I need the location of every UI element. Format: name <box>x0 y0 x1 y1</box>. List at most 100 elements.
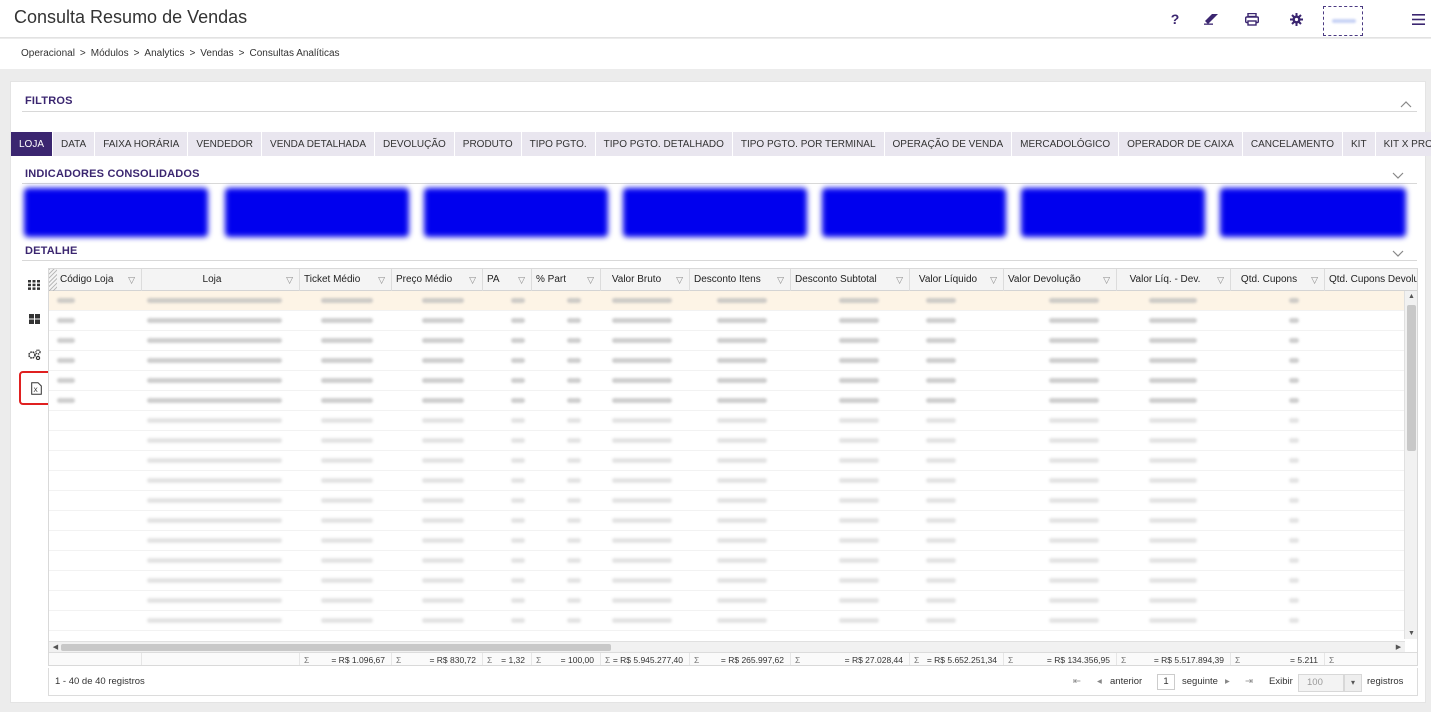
tab-cancelamento[interactable]: CANCELAMENTO <box>1242 132 1344 156</box>
tab-loja[interactable]: LOJA <box>11 132 54 156</box>
breadcrumb-item[interactable]: Operacional <box>21 48 75 59</box>
tab-venda-detalhada[interactable]: VENDA DETALHADA <box>262 132 375 156</box>
grid-view-icon[interactable] <box>21 272 47 298</box>
column-header[interactable]: Valor Líq. - Dev. ▽ <box>1117 269 1231 291</box>
prev-page-button[interactable]: anterior <box>1110 676 1142 687</box>
tab-kit-x-produto[interactable]: KIT X PRODUTO <box>1375 132 1431 156</box>
redacted-cell <box>717 438 767 443</box>
filter-icon[interactable]: ▽ <box>378 269 385 291</box>
print-icon[interactable] <box>1243 10 1261 28</box>
chevron-down-icon[interactable] <box>1392 250 1404 260</box>
vertical-scrollbar[interactable]: ▲ ▼ <box>1404 291 1417 639</box>
menu-icon[interactable] <box>1409 10 1427 28</box>
table-row[interactable] <box>49 551 1405 571</box>
tab-mercadol-gico[interactable]: MERCADOLÓGICO <box>1012 132 1120 156</box>
column-header[interactable]: Loja ▽ <box>142 269 300 291</box>
table-row[interactable] <box>49 291 1405 311</box>
filter-icon[interactable]: ▽ <box>469 269 476 291</box>
breadcrumb-item[interactable]: Vendas <box>200 48 233 59</box>
column-header[interactable]: Desconto Subtotal ▽ <box>791 269 910 291</box>
prev-page-icon[interactable]: ◂ <box>1097 676 1102 687</box>
column-header[interactable]: Ticket Médio ▽ <box>300 269 392 291</box>
scroll-thumb[interactable] <box>1407 305 1416 451</box>
scroll-right-icon[interactable]: ▶ <box>1392 643 1405 651</box>
settings-cogs-icon[interactable] <box>21 341 47 367</box>
column-header[interactable]: PA ▽ <box>483 269 532 291</box>
filter-icon[interactable]: ▽ <box>990 269 997 291</box>
filter-icon[interactable]: ▽ <box>676 269 683 291</box>
column-header[interactable]: Preço Médio ▽ <box>392 269 483 291</box>
table-row[interactable] <box>49 611 1405 631</box>
filters-section-title[interactable]: FILTROS <box>25 95 73 107</box>
column-header[interactable]: Código Loja ▽ <box>49 269 142 291</box>
table-row[interactable] <box>49 591 1405 611</box>
table-row[interactable] <box>49 371 1405 391</box>
detail-section-title[interactable]: DETALHE <box>25 245 78 257</box>
first-page-icon[interactable]: ⇤ <box>1073 676 1081 687</box>
total-value: = R$ 27.028,44 <box>844 655 903 665</box>
tab-faixa-hor-ria[interactable]: FAIXA HORÁRIA <box>95 132 189 156</box>
table-row[interactable] <box>49 351 1405 371</box>
page-number-input[interactable]: 1 <box>1157 674 1175 690</box>
table-row[interactable] <box>49 571 1405 591</box>
settings-icon[interactable] <box>1287 10 1305 28</box>
table-row[interactable] <box>49 531 1405 551</box>
tab-opera-o-de-venda[interactable]: OPERAÇÃO DE VENDA <box>884 132 1013 156</box>
column-header[interactable]: Qtd. Cupons Devolução <box>1325 269 1417 291</box>
table-row[interactable] <box>49 411 1405 431</box>
table-row[interactable] <box>49 391 1405 411</box>
last-page-icon[interactable]: ⇥ <box>1245 676 1253 687</box>
tile-view-icon[interactable] <box>21 306 47 332</box>
indicators-section-title[interactable]: INDICADORES CONSOLIDADOS <box>25 168 200 180</box>
tab-kit[interactable]: KIT <box>1343 132 1376 156</box>
table-row[interactable] <box>49 451 1405 471</box>
scroll-up-icon[interactable]: ▲ <box>1405 293 1417 300</box>
redacted-cell <box>717 318 767 323</box>
table-row[interactable] <box>49 491 1405 511</box>
filter-icon[interactable]: ▽ <box>896 269 903 291</box>
filter-icon[interactable]: ▽ <box>286 269 293 291</box>
filter-icon[interactable]: ▽ <box>518 269 525 291</box>
scroll-thumb[interactable] <box>61 644 611 651</box>
table-row[interactable] <box>49 311 1405 331</box>
tab-data[interactable]: DATA <box>53 132 96 156</box>
breadcrumb-item[interactable]: Módulos <box>91 48 129 59</box>
table-row[interactable] <box>49 431 1405 451</box>
filter-icon[interactable]: ▽ <box>777 269 784 291</box>
filter-icon[interactable]: ▽ <box>1217 269 1224 291</box>
breadcrumb-separator: > <box>133 48 140 59</box>
scroll-down-icon[interactable]: ▼ <box>1405 630 1417 637</box>
tab-vendedor[interactable]: VENDEDOR <box>188 132 263 156</box>
user-avatar[interactable] <box>1323 6 1363 36</box>
table-row[interactable] <box>49 471 1405 491</box>
breadcrumb-item[interactable]: Analytics <box>144 48 184 59</box>
tab-tipo-pgto-por-terminal[interactable]: TIPO PGTO. POR TERMINAL <box>732 132 885 156</box>
tab-operador-de-caixa[interactable]: OPERADOR DE CAIXA <box>1119 132 1243 156</box>
tab-devolu-o[interactable]: DEVOLUÇÃO <box>374 132 455 156</box>
filter-icon[interactable]: ▽ <box>587 269 594 291</box>
chevron-down-icon[interactable] <box>1392 172 1404 182</box>
column-header[interactable]: Desconto Itens ▽ <box>690 269 791 291</box>
table-row[interactable] <box>49 331 1405 351</box>
table-row[interactable] <box>49 511 1405 531</box>
tab-tipo-pgto-detalhado[interactable]: TIPO PGTO. DETALHADO <box>595 132 733 156</box>
tab-produto[interactable]: PRODUTO <box>454 132 522 156</box>
filter-icon[interactable]: ▽ <box>1103 269 1110 291</box>
filter-icon[interactable]: ▽ <box>1311 269 1318 291</box>
chevron-down-icon[interactable]: ▾ <box>1344 674 1362 692</box>
next-page-button[interactable]: seguinte <box>1182 676 1218 687</box>
column-resize-grip[interactable] <box>49 269 57 291</box>
eraser-icon[interactable] <box>1203 10 1221 28</box>
column-header[interactable]: Valor Devolução ▽ <box>1004 269 1117 291</box>
column-header[interactable]: Qtd. Cupons ▽ <box>1231 269 1325 291</box>
page-size-select[interactable]: 100 <box>1298 674 1344 692</box>
next-page-icon[interactable]: ▸ <box>1225 676 1230 687</box>
horizontal-scrollbar[interactable]: ◀ ▶ <box>49 641 1405 652</box>
tab-tipo-pgto[interactable]: TIPO PGTO. <box>521 132 596 156</box>
chevron-up-icon[interactable] <box>1400 100 1412 110</box>
help-icon[interactable]: ? <box>1166 10 1184 28</box>
column-header[interactable]: Valor Líquido ▽ <box>910 269 1004 291</box>
column-header[interactable]: Valor Bruto ▽ <box>601 269 690 291</box>
column-header[interactable]: % Part ▽ <box>532 269 601 291</box>
filter-icon[interactable]: ▽ <box>128 269 135 291</box>
